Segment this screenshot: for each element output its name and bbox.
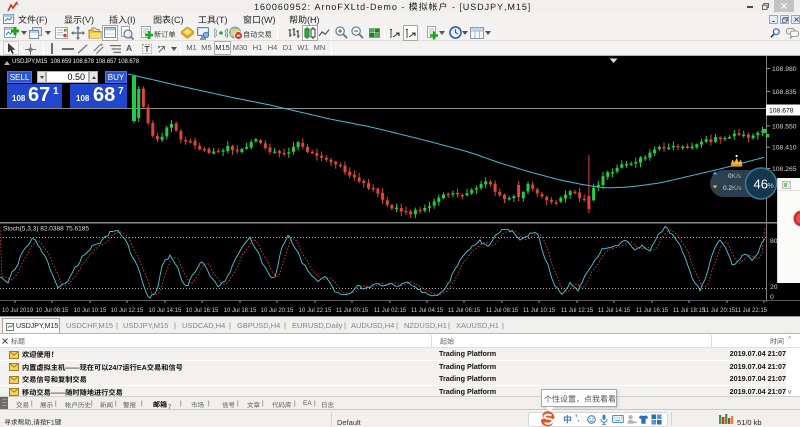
svg-text:10 Jul 18:15: 10 Jul 18:15 (224, 308, 257, 314)
svg-text:0K/s: 0K/s (728, 173, 742, 180)
svg-text:10 Jul 2019: 10 Jul 2019 (2, 308, 34, 314)
svg-text:11 Jul 00:15: 11 Jul 00:15 (336, 308, 369, 314)
svg-text:0.2K/s: 0.2K/s (723, 185, 742, 192)
svg-text:10 Jul 12:15: 10 Jul 12:15 (111, 308, 144, 314)
svg-text:10 Jul 08:15: 10 Jul 08:15 (36, 308, 69, 314)
svg-text:11 Jul 02:15: 11 Jul 02:15 (374, 308, 407, 314)
svg-text:20: 20 (770, 284, 778, 291)
svg-text:11 Jul 22:15: 11 Jul 22:15 (735, 308, 768, 314)
svg-text:108.980: 108.980 (772, 66, 797, 73)
svg-text:108.678: 108.678 (769, 107, 794, 114)
svg-text:11 Jul 16:15: 11 Jul 16:15 (636, 308, 669, 314)
svg-text:11 Jul 10:15: 11 Jul 10:15 (523, 308, 556, 314)
svg-text:10 Jul 20:15: 10 Jul 20:15 (261, 308, 294, 314)
svg-text:108.835: 108.835 (772, 89, 797, 96)
svg-text:11 Jul 14:15: 11 Jul 14:15 (598, 308, 631, 314)
svg-text:%: % (768, 183, 774, 190)
svg-text:11 Jul 06:15: 11 Jul 06:15 (448, 308, 481, 314)
svg-text:0: 0 (770, 294, 774, 301)
svg-text:10 Jul 10:15: 10 Jul 10:15 (74, 308, 107, 314)
svg-text:11 Jul 20:15: 11 Jul 20:15 (703, 308, 736, 314)
svg-text:11 Jul 12:15: 11 Jul 12:15 (561, 308, 594, 314)
svg-text:108.550: 108.550 (772, 123, 797, 130)
svg-text:Stoch(5,3,3) 82.0388 75.6185: Stoch(5,3,3) 82.0388 75.6185 (3, 226, 89, 233)
svg-text:46: 46 (754, 177, 768, 192)
svg-text:11 Jul 04:15: 11 Jul 04:15 (411, 308, 444, 314)
svg-text:10 Jul 14:15: 10 Jul 14:15 (149, 308, 182, 314)
svg-text:10 Jul 22:15: 10 Jul 22:15 (299, 308, 332, 314)
svg-text:10 Jul 16:15: 10 Jul 16:15 (186, 308, 219, 314)
svg-text:11 Jul 08:15: 11 Jul 08:15 (486, 308, 519, 314)
svg-text:11 Jul 18:15: 11 Jul 18:15 (673, 308, 706, 314)
